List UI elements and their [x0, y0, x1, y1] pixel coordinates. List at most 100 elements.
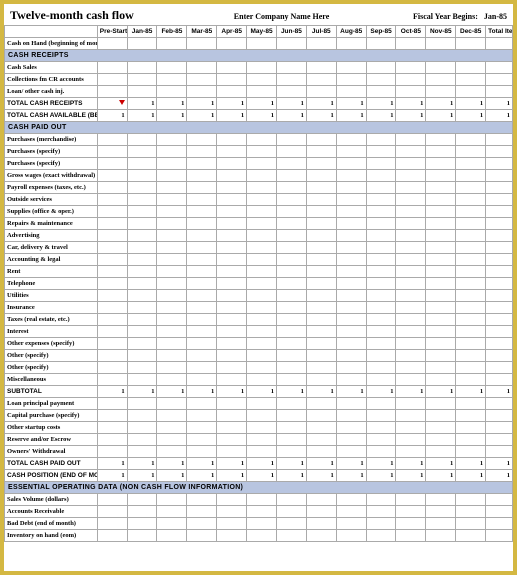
- cell[interactable]: [396, 38, 426, 50]
- cell[interactable]: 1: [336, 470, 366, 482]
- cell[interactable]: [486, 206, 513, 218]
- cell[interactable]: [336, 314, 366, 326]
- cell[interactable]: [486, 254, 513, 266]
- cell[interactable]: [396, 338, 426, 350]
- cell[interactable]: [336, 230, 366, 242]
- cell[interactable]: [157, 362, 187, 374]
- cell[interactable]: 1: [157, 458, 187, 470]
- cell[interactable]: [396, 506, 426, 518]
- cell[interactable]: [217, 338, 247, 350]
- cell[interactable]: [187, 326, 217, 338]
- cell[interactable]: [456, 134, 486, 146]
- cell[interactable]: 1: [426, 386, 456, 398]
- cell[interactable]: 1: [187, 458, 217, 470]
- cell[interactable]: [486, 422, 513, 434]
- cell[interactable]: [157, 338, 187, 350]
- cell[interactable]: 1: [396, 110, 426, 122]
- cell[interactable]: [217, 230, 247, 242]
- cell[interactable]: [276, 146, 306, 158]
- cell[interactable]: [396, 230, 426, 242]
- cell[interactable]: [217, 266, 247, 278]
- cell[interactable]: [247, 398, 277, 410]
- cell[interactable]: [336, 62, 366, 74]
- cell[interactable]: 1: [396, 458, 426, 470]
- cell[interactable]: [366, 218, 396, 230]
- cell[interactable]: [486, 278, 513, 290]
- cell[interactable]: [336, 350, 366, 362]
- cell[interactable]: [486, 410, 513, 422]
- cell[interactable]: [276, 194, 306, 206]
- cell[interactable]: [157, 254, 187, 266]
- cell[interactable]: [396, 398, 426, 410]
- cell[interactable]: [366, 290, 396, 302]
- cell[interactable]: [127, 158, 157, 170]
- cell[interactable]: [336, 374, 366, 386]
- cell[interactable]: 1: [276, 458, 306, 470]
- cell[interactable]: [157, 38, 187, 50]
- cell[interactable]: [127, 290, 157, 302]
- cell[interactable]: 1: [157, 98, 187, 110]
- cell[interactable]: [217, 518, 247, 530]
- cell[interactable]: 1: [187, 386, 217, 398]
- cell[interactable]: [247, 362, 277, 374]
- cell[interactable]: [336, 410, 366, 422]
- cell[interactable]: [366, 530, 396, 542]
- cell[interactable]: [187, 146, 217, 158]
- cell[interactable]: [276, 434, 306, 446]
- cell[interactable]: [157, 170, 187, 182]
- cell[interactable]: [426, 206, 456, 218]
- cell[interactable]: [486, 230, 513, 242]
- cell[interactable]: [157, 518, 187, 530]
- cell[interactable]: [217, 194, 247, 206]
- cell[interactable]: [426, 338, 456, 350]
- cell[interactable]: [426, 74, 456, 86]
- cell[interactable]: [396, 158, 426, 170]
- cell[interactable]: [217, 86, 247, 98]
- cell[interactable]: [247, 290, 277, 302]
- cell[interactable]: 1: [456, 458, 486, 470]
- cell[interactable]: [187, 446, 217, 458]
- cell[interactable]: [276, 74, 306, 86]
- cell[interactable]: [336, 170, 366, 182]
- cell[interactable]: [426, 302, 456, 314]
- cell[interactable]: [217, 302, 247, 314]
- cell[interactable]: [366, 86, 396, 98]
- cell[interactable]: [336, 506, 366, 518]
- cell[interactable]: [306, 38, 336, 50]
- cell[interactable]: [97, 314, 127, 326]
- cell[interactable]: [217, 254, 247, 266]
- cell[interactable]: [247, 518, 277, 530]
- cell[interactable]: [157, 410, 187, 422]
- cell[interactable]: [127, 38, 157, 50]
- cell[interactable]: [97, 518, 127, 530]
- cell[interactable]: [366, 194, 396, 206]
- cell[interactable]: [97, 278, 127, 290]
- cell[interactable]: [127, 494, 157, 506]
- cell[interactable]: [396, 350, 426, 362]
- cell[interactable]: [366, 506, 396, 518]
- cell[interactable]: 1: [157, 470, 187, 482]
- cell[interactable]: 1: [456, 386, 486, 398]
- cell[interactable]: [187, 86, 217, 98]
- cell[interactable]: [336, 146, 366, 158]
- cell[interactable]: [426, 290, 456, 302]
- cell[interactable]: [276, 38, 306, 50]
- cell[interactable]: 1: [97, 386, 127, 398]
- cell[interactable]: [396, 326, 426, 338]
- cell[interactable]: [336, 86, 366, 98]
- cell[interactable]: [366, 278, 396, 290]
- cell[interactable]: [97, 302, 127, 314]
- cell[interactable]: [97, 170, 127, 182]
- cell[interactable]: [336, 266, 366, 278]
- cell[interactable]: [306, 194, 336, 206]
- cell[interactable]: 1: [486, 98, 513, 110]
- cell[interactable]: [396, 518, 426, 530]
- cell[interactable]: [426, 86, 456, 98]
- cell[interactable]: [336, 326, 366, 338]
- cell[interactable]: 1: [187, 98, 217, 110]
- cell[interactable]: [366, 338, 396, 350]
- cell[interactable]: [276, 218, 306, 230]
- cell[interactable]: [187, 278, 217, 290]
- cell[interactable]: [217, 410, 247, 422]
- cell[interactable]: 1: [306, 98, 336, 110]
